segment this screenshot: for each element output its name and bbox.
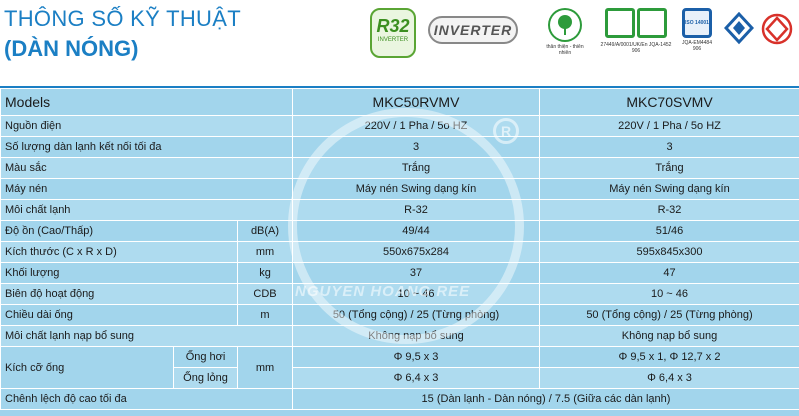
iso-logo: ISO 14001 JQA-EM4484 906 [680,8,714,52]
row-label: Chênh lệch độ cao tối đa [0,388,293,410]
table-row: Biên độ hoạt động CDB 10 ~ 46 10 ~ 46 [0,283,799,305]
row-value-model-1: 37 [292,262,540,284]
row-unit: CDB [237,283,293,305]
row-value-model-2: Φ 9,5 x 1, Φ 12,7 x 2 [539,346,799,368]
certificate-icon [605,8,636,38]
iso-logo-caption: JQA-EM4484 906 [681,40,712,52]
r32-logo-subtext: INVERTER [377,37,409,43]
inverter-logo: INVERTER [428,16,518,44]
row-value-model-2: 595x845x300 [539,241,799,263]
r32-logo: R32 INVERTER [370,8,416,58]
row-value-model-2: 10 ~ 46 [539,283,799,305]
blue-star-icon [723,11,755,51]
column-header-models: Models [0,88,293,116]
column-header-model-2: MKC70SVMV [539,88,799,116]
row-label: Nguồn điện [0,115,293,137]
row-value-model-1: Φ 6,4 x 3 [292,367,540,389]
table-row: Môi chất lạnh R-32 R-32 [0,199,799,221]
row-value-model-1: 3 [292,136,540,158]
row-value-model-1: 49/44 [292,220,540,242]
row-unit: mm [237,241,293,263]
table-row: Chênh lệch độ cao tối đa 15 (Dàn lạnh - D… [0,388,799,410]
table-row: Độ ồn (Cao/Thấp) dB(A) 49/44 51/46 [0,220,799,242]
row-value-model-2: Φ 6,4 x 3 [539,367,799,389]
table-row: Số lượng dàn lạnh kết nối tối đa 3 3 [0,136,799,158]
table-header-row: Models MKC50RVMV MKC70SVMV [0,88,799,116]
header: THÔNG SỐ KỸ THUẬT (DÀN NÓNG) R32 INVERTE… [0,0,799,86]
tree-icon [548,8,582,42]
row-label: Môi chất lạnh [0,199,293,221]
iso-icon: ISO 14001 [682,8,712,38]
row-value-model-1: R-32 [292,199,540,221]
row-label: Số lượng dàn lạnh kết nối tối đa [0,136,293,158]
table-row: Máy nén Máy nén Swing dạng kín Máy nén Swi… [0,178,799,200]
row-label: Máy nén [0,178,293,200]
row-value-model-1: Φ 9,5 x 3 [292,346,540,368]
row-value-model-2: 3 [539,136,799,158]
r32-logo-text: R32 [376,16,410,36]
row-label: Biên độ hoạt động [0,283,238,305]
row-label: Chiều dài ống [0,304,238,326]
row-value-model-1: 10 ~ 46 [292,283,540,305]
row-value-model-2: 50 (Tổng cộng) / 25 (Từng phòng) [539,304,799,326]
row-unit: kg [237,262,293,284]
row-value-model-2: 47 [539,262,799,284]
row-value-model-2: Máy nén Swing dạng kín [539,178,799,200]
row-unit: dB(A) [237,220,293,242]
spec-table-area: Models MKC50RVMV MKC70SVMV Nguồn điện 220… [0,88,799,416]
row-value-model-1: Không nạp bổ sung [292,325,540,347]
table-row: Môi chất lạnh nạp bổ sung Không nạp bổ su… [0,325,799,347]
certificate-icon [636,8,667,38]
cert-logo-1-caption: 27449/A/0001/UK/En JQA-1452 906 [600,42,672,54]
row-value-model-1: Trắng [292,157,540,179]
row-label: Môi chất lạnh nạp bổ sung [0,325,293,347]
page-title: THÔNG SỐ KỸ THUẬT [4,6,241,31]
row-label: Khối lượng [0,262,238,284]
table-row: Màu sắc Trắng Trắng [0,157,799,179]
row-value-model-1: 550x675x284 [292,241,540,263]
eco-logo: thân thiện - thiên nhiên [540,8,590,56]
table-row: Chiều dài ống m 50 (Tổng cộng) / 25 (Từng … [0,304,799,326]
row-value-model-1: 220V / 1 Pha / 5o HZ [292,115,540,137]
table-row: Nguồn điện 220V / 1 Pha / 5o HZ 220V / 1 P… [0,115,799,137]
row-value-model-2: 51/46 [539,220,799,242]
row-unit: mm [237,346,293,389]
row-unit: m [237,304,293,326]
row-value-model-2: 220V / 1 Pha / 5o HZ [539,115,799,137]
table-row: Kích thước (C x R x D) mm 550x675x284 595x8… [0,241,799,263]
row-label: Độ ồn (Cao/Thấp) [0,220,238,242]
row-label: Kích cỡ ống [0,346,174,389]
row-value-model-2: Không nạp bổ sung [539,325,799,347]
row-value-model-1: Máy nén Swing dạng kín [292,178,540,200]
row-value-model-2: R-32 [539,199,799,221]
table-row: Khối lượng kg 37 47 [0,262,799,284]
row-value-model-2: Trắng [539,157,799,179]
row-value-merged: 15 (Dàn lạnh - Dàn nóng) / 7.5 (Giữa các… [292,388,799,410]
row-label: Kích thước (C x R x D) [0,241,238,263]
red-star-icon [760,12,794,51]
row-label: Màu sắc [0,157,293,179]
eco-logo-caption: thân thiện - thiên nhiên [546,44,584,56]
row-value-model-1: 50 (Tổng cộng) / 25 (Từng phòng) [292,304,540,326]
row-sublabel-liquid-pipe: Ống lỏng [173,367,238,389]
page-subtitle: (DÀN NÓNG) [4,36,139,61]
table-row: Kích cỡ ống Ống hơi mm Φ 9,5 x 3Φ 9,5 x 1, … [0,346,799,389]
spec-table: Models MKC50RVMV MKC70SVMV Nguồn điện 220… [0,88,799,410]
column-header-model-1: MKC50RVMV [292,88,540,116]
row-sublabel-gas-pipe: Ống hơi [173,346,238,368]
cert-logo-1: 27449/A/0001/UK/En JQA-1452 906 [600,8,672,54]
